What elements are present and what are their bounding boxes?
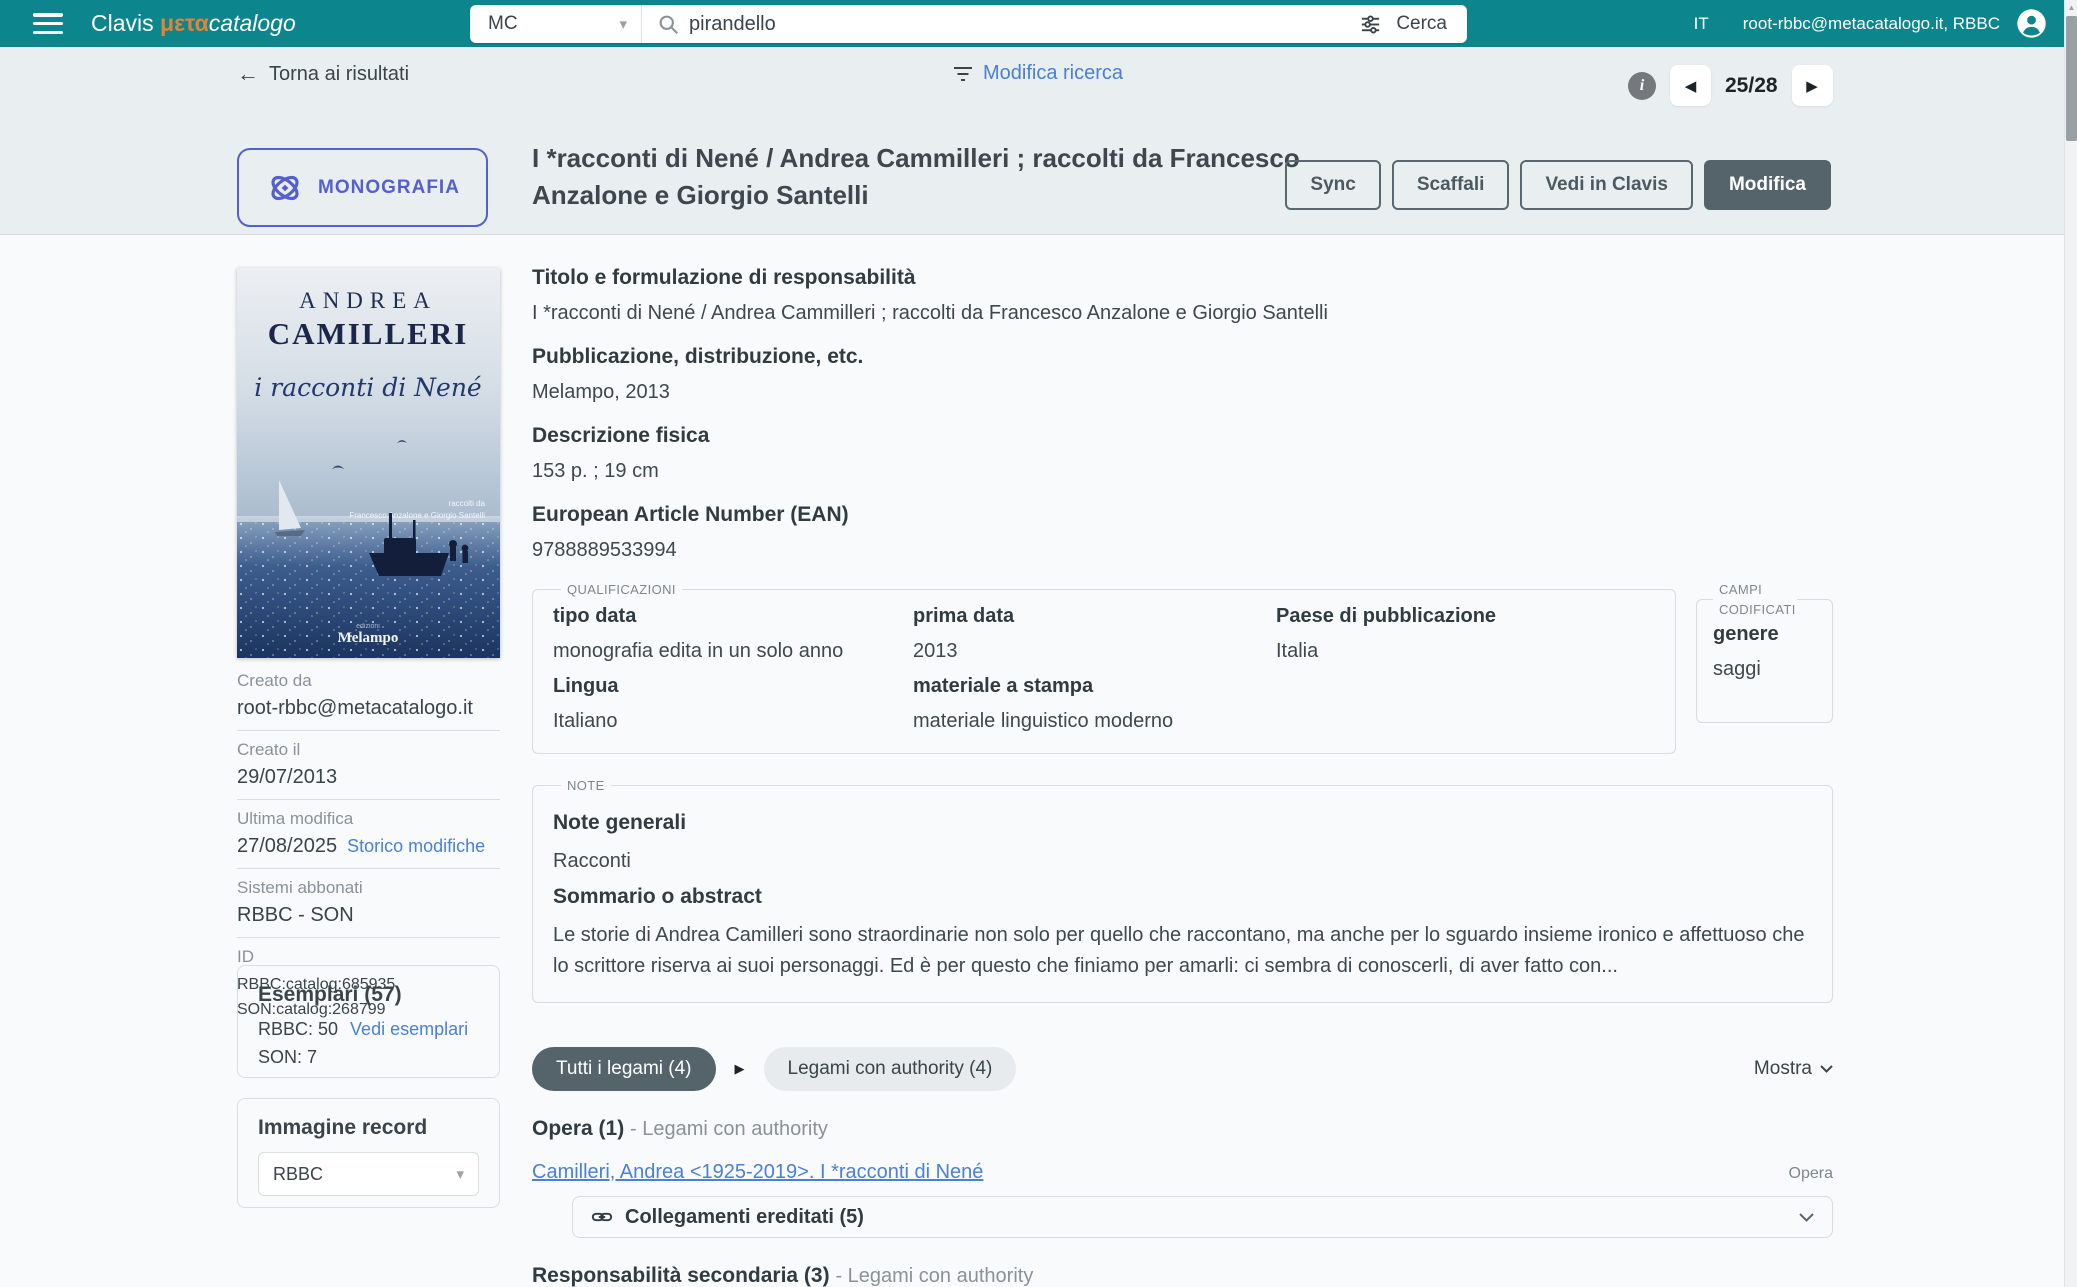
svg-text:Francesco Anzalone e Giorgio S: Francesco Anzalone e Giorgio Santelli <box>349 511 485 520</box>
search-submit-button[interactable]: Cerca <box>1396 13 1447 35</box>
record-title: I *racconti di Nené / Andrea Cammilleri … <box>532 140 1342 214</box>
back-to-results-link[interactable]: ← Torna ai risultati <box>237 61 409 87</box>
campi-codificati-fieldset: CAMPI CODIFICATI genere saggi <box>1696 580 1833 723</box>
legami-tabs: Tutti i legami (4) ▶ Legami con authorit… <box>532 1047 1833 1091</box>
record-header-zone: ← Torna ai risultati Modifica ricerca i … <box>0 47 2077 235</box>
monografia-atom-icon <box>265 168 305 208</box>
filter-icon <box>953 65 973 83</box>
esemplari-title: Esemplari (57) <box>258 983 479 1007</box>
chevron-down-icon: ▾ <box>619 15 627 33</box>
meta-row-creato-da: Creato da root-rbbc@metacatalogo.it <box>237 662 500 731</box>
immagine-record-select[interactable]: RBBC ▾ <box>258 1152 479 1196</box>
svg-text:CAMILLERI: CAMILLERI <box>268 316 469 351</box>
record-actions: Sync Scaffali Vedi in Clavis Modifica <box>1285 160 1831 210</box>
scrollbar-thumb[interactable] <box>2066 16 2077 141</box>
vedi-esemplari-link[interactable]: Vedi esemplari <box>350 1019 468 1040</box>
record-pagination: i ◀ 25/28 ▶ <box>1628 65 1833 106</box>
tab-legami-con-authority[interactable]: Legami con authority (4) <box>764 1047 1017 1091</box>
modifica-button[interactable]: Modifica <box>1704 160 1831 210</box>
field-value: Melampo, 2013 <box>532 381 1833 404</box>
collegamenti-ereditati-toggle[interactable]: Collegamenti ereditati (5) <box>572 1196 1833 1238</box>
esemplari-son-count: SON: 7 <box>258 1047 317 1068</box>
field-value: I *racconti di Nené / Andrea Cammilleri … <box>532 302 1833 325</box>
field-label: European Article Number (EAN) <box>532 503 1833 527</box>
link-chain-icon <box>591 1206 613 1228</box>
meta-row-ultima-modifica: Ultima modifica 27/08/2025 Storico modif… <box>237 800 500 869</box>
avatar-icon[interactable] <box>2016 8 2047 39</box>
note-item-value: Racconti <box>553 846 1812 877</box>
genere-label: genere <box>1713 623 1816 646</box>
storico-modifiche-link[interactable]: Storico modifiche <box>347 836 485 857</box>
record-detail-main: Titolo e formulazione di responsabilità … <box>532 266 1833 1287</box>
campi-codificati-legend: CAMPI CODIFICATI <box>1713 580 1797 619</box>
search-input[interactable]: pirandello <box>689 13 1359 36</box>
qual-item: prima data 2013 <box>913 605 1276 663</box>
meta-row-creato-il: Creato il 29/07/2013 <box>237 731 500 800</box>
page-count: 25/28 <box>1725 74 1778 98</box>
field-label: Titolo e formulazione di responsabilità <box>532 266 1833 290</box>
page-scrollbar[interactable]: ▲ <box>2064 0 2077 1287</box>
search-bar: MC ▾ pirandello Cerca <box>470 5 1467 43</box>
note-item-value: Le storie di Andrea Camilleri sono strao… <box>553 920 1812 982</box>
svg-text:raccolti da: raccolti da <box>449 499 486 508</box>
note-fieldset: NOTE Note generali Racconti Sommario o a… <box>532 778 1833 1003</box>
next-record-button[interactable]: ▶ <box>1792 65 1833 106</box>
immagine-record-card: Immagine record RBBC ▾ <box>237 1098 500 1208</box>
app-logo: Clavis μεταcatalogo <box>91 10 296 37</box>
note-item-label: Sommario o abstract <box>553 885 1812 909</box>
opera-section-heading: Opera (1) - Legami con authority <box>532 1117 1833 1141</box>
info-icon[interactable]: i <box>1628 72 1656 100</box>
menu-icon[interactable] <box>33 13 63 34</box>
esemplari-rbbc-count: RBBC: 50 <box>258 1019 338 1040</box>
mostra-dropdown[interactable]: Mostra <box>1754 1058 1833 1080</box>
immagine-record-title: Immagine record <box>258 1116 479 1140</box>
arrow-left-icon: ← <box>237 61 259 87</box>
qual-item: Paese di pubblicazione Italia <box>1276 605 1655 663</box>
link-type-label: Opera <box>1789 1165 1833 1183</box>
genere-value: saggi <box>1713 658 1816 681</box>
search-icon <box>658 14 679 35</box>
language-selector[interactable]: IT <box>1694 14 1709 34</box>
meta-row-sistemi: Sistemi abbonati RBBC - SON <box>237 869 500 938</box>
qualificazioni-legend: QUALIFICAZIONI <box>561 582 682 597</box>
modify-search-link[interactable]: Modifica ricerca <box>953 62 1123 85</box>
field-label: Pubblicazione, distribuzione, etc. <box>532 345 1833 369</box>
triangle-right-icon: ▶ <box>735 1061 745 1077</box>
responsabilita-section-heading: Responsabilità secondaria (3) - Legami c… <box>532 1264 1833 1287</box>
qual-item: Lingua Italiano <box>553 675 913 733</box>
book-cover-image: ANDREA CAMILLERI i racconti di Nené racc… <box>237 268 500 658</box>
sync-button[interactable]: Sync <box>1285 160 1380 210</box>
chevron-down-icon: ▾ <box>456 1165 464 1183</box>
scroll-up-icon[interactable]: ▲ <box>2065 0 2077 14</box>
vedi-in-clavis-button[interactable]: Vedi in Clavis <box>1520 160 1693 210</box>
svg-text:i racconti di Nené: i racconti di Nené <box>254 373 482 402</box>
qual-item: materiale a stampa materiale linguistico… <box>913 675 1276 733</box>
search-scope-select[interactable]: MC ▾ <box>470 5 642 43</box>
tab-tutti-i-legami[interactable]: Tutti i legami (4) <box>532 1047 716 1091</box>
scaffali-button[interactable]: Scaffali <box>1392 160 1510 210</box>
previous-record-button[interactable]: ◀ <box>1670 65 1711 106</box>
search-filters-icon[interactable] <box>1359 13 1382 36</box>
chevron-down-icon <box>1820 1065 1833 1073</box>
esemplari-card: Esemplari (57) RBBC: 50 Vedi esemplari S… <box>237 965 500 1078</box>
app-header: Clavis μεταcatalogo MC ▾ pirandello Cerc… <box>0 0 2077 47</box>
field-label: Descrizione fisica <box>532 424 1833 448</box>
svg-text:Melampo: Melampo <box>338 630 399 646</box>
chevron-down-icon <box>1799 1213 1814 1222</box>
note-item-label: Note generali <box>553 811 1812 835</box>
field-value: 9788889533994 <box>532 539 1833 562</box>
user-account-label[interactable]: root-rbbc@metacatalogo.it, RBBC <box>1743 14 2000 34</box>
svg-text:edizioni: edizioni <box>356 623 380 630</box>
qual-item: tipo data monografia edita in un solo an… <box>553 605 913 663</box>
note-legend: NOTE <box>561 778 611 793</box>
qualificazioni-fieldset: QUALIFICAZIONI tipo data monografia edit… <box>532 582 1676 754</box>
field-value: 153 p. ; 19 cm <box>532 460 1833 483</box>
svg-text:ANDREA: ANDREA <box>299 288 437 313</box>
record-type-badge[interactable]: MONOGRAFIA <box>237 148 488 227</box>
opera-authority-link[interactable]: Camilleri, Andrea <1925-2019>. I *raccon… <box>532 1161 983 1184</box>
